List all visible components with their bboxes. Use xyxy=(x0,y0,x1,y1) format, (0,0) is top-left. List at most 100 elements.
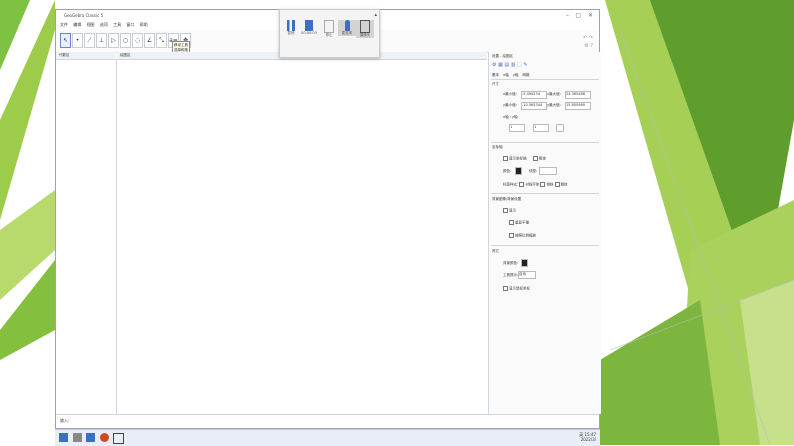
stop-square-icon xyxy=(305,20,313,31)
bg-opt1-checkbox[interactable]: 重复平铺 xyxy=(509,220,529,226)
left-green-shard-2 xyxy=(0,190,55,300)
menu-file[interactable]: 文件 xyxy=(60,22,68,27)
pause-button[interactable]: 暂停 xyxy=(282,20,300,36)
geogebra-window: GeoGebra Classic 5 – ▢ ✕ 文件 编辑 视图 选项 工具 … xyxy=(55,9,601,429)
conic-tool-icon[interactable]: ◌ xyxy=(132,33,143,48)
settings-icons[interactable]: ⚙ ▦ ▤ ▥ ⬚ ✎ xyxy=(492,62,528,68)
circle-tool-icon[interactable]: ○ xyxy=(120,33,131,48)
pause-icon xyxy=(287,20,295,31)
move-tool-icon[interactable]: ↖ xyxy=(60,33,71,48)
explorer-icon[interactable] xyxy=(73,433,82,442)
bold2-checkbox[interactable]: 粗体 xyxy=(561,183,568,187)
right-green-shard-2 xyxy=(650,0,794,310)
axis-label-style-label: 标签样式: xyxy=(503,182,519,187)
stop-icon xyxy=(324,20,334,33)
color-swatch[interactable] xyxy=(515,167,522,175)
perpendicular-tool-icon[interactable]: ⊥ xyxy=(96,33,107,48)
geogebra-icon[interactable] xyxy=(113,433,124,444)
xmax-label: x最大值: xyxy=(547,92,561,96)
tab-xaxis[interactable]: x轴 xyxy=(503,73,509,77)
undo-icon[interactable]: ↶ ↷ xyxy=(583,35,593,41)
algebra-view[interactable] xyxy=(56,59,117,414)
show-axes-checkbox[interactable]: 显示坐标轴 xyxy=(503,156,527,162)
tab-yaxis[interactable]: y轴 xyxy=(513,73,519,77)
right-line-2 xyxy=(609,279,794,351)
xmin-label: x最小值: xyxy=(503,92,517,96)
bg-opt2-checkbox[interactable]: 按照比例缩放 xyxy=(509,233,536,239)
menu-options[interactable]: 选项 xyxy=(100,22,108,27)
powerpoint-icon[interactable] xyxy=(100,433,109,442)
ratio-y-value: 1 xyxy=(534,125,537,129)
taskbar: 英 15:47 2022/3/ xyxy=(55,429,600,446)
menu-tools[interactable]: 工具 xyxy=(113,22,121,27)
ymax-input[interactable]: 15.850989 xyxy=(565,102,591,110)
xmax-input[interactable]: 24.365488 xyxy=(565,91,591,99)
windows-start-icon[interactable] xyxy=(59,433,68,442)
xmin-value: -5.490234 xyxy=(522,92,540,96)
point-tool-icon[interactable]: • xyxy=(72,33,83,48)
graphics-view[interactable] xyxy=(117,59,487,414)
background-section: 背景图像/背景设置 xyxy=(492,197,522,201)
ymin-input[interactable]: -10.565344 xyxy=(521,102,547,110)
tooltips-label: 工具提示: xyxy=(503,273,519,277)
serif-checkbox[interactable]: 衬线字体 xyxy=(525,183,539,187)
menu-view[interactable]: 视图 xyxy=(87,22,95,27)
camera-button[interactable]: 摄像头 xyxy=(356,20,374,38)
show-mouse-label: 显示鼠标坐标 xyxy=(509,286,530,291)
menu-window[interactable]: 窗口 xyxy=(126,22,134,27)
screen-recorder-toolbar: 暂停 00:00:03 停止 麦克风 摄像头 ▴ xyxy=(279,9,380,58)
xmin-input[interactable]: -5.490234 xyxy=(521,91,547,99)
angle-tool-icon[interactable]: ∠ xyxy=(144,33,155,48)
bg-opt1-label: 重复平铺 xyxy=(515,220,529,225)
show-mouse-checkbox[interactable]: 显示鼠标坐标 xyxy=(503,286,530,292)
maximize-icon[interactable]: ▢ xyxy=(575,12,581,19)
bg-opt2-label: 按照比例缩放 xyxy=(515,233,536,238)
menu-edit[interactable]: 编辑 xyxy=(73,22,81,27)
axes-section: 坐标轴 xyxy=(492,145,503,149)
pause-label: 暂停 xyxy=(287,31,295,35)
right-green-shard-3 xyxy=(680,200,794,445)
input-bar[interactable]: 输入: xyxy=(56,414,599,428)
axis-label-style: 标签样式: 衬线字体 倾斜 粗体 xyxy=(503,182,568,188)
collapse-icon[interactable]: ▴ xyxy=(374,12,377,18)
tab-basic[interactable]: 基本 xyxy=(492,73,499,77)
stop-button[interactable]: 停止 xyxy=(320,20,338,38)
settings-tabs: 基本 x轴 y轴 网格 xyxy=(492,73,530,78)
gear-icon[interactable]: ⚙ ? xyxy=(584,43,593,49)
ratio-x-value: 1 xyxy=(510,125,513,129)
algebra-title: 代数区 xyxy=(59,53,70,57)
clock-date: 2022/3/ xyxy=(580,437,596,442)
bg-color-swatch[interactable] xyxy=(521,259,528,267)
microphone-button[interactable]: 麦克风 xyxy=(338,20,356,36)
system-tray: 英 15:47 2022/3/ xyxy=(579,432,596,442)
line-style-select[interactable] xyxy=(539,167,557,175)
microphone-icon xyxy=(344,20,350,31)
camera-icon xyxy=(360,20,370,33)
right-line-1 xyxy=(619,29,771,445)
show-bg-label: 显示 xyxy=(509,208,516,213)
timer-value: 00:00:03 xyxy=(301,31,317,35)
reflect-tool-icon[interactable]: ⤡ xyxy=(156,33,167,48)
line-style-label: 线型: xyxy=(529,169,538,173)
right-green-shard-5 xyxy=(740,280,794,445)
show-bg-checkbox[interactable]: 显示 xyxy=(503,208,516,214)
divider xyxy=(491,245,599,246)
left-green-shard-3 xyxy=(0,260,55,360)
menu-help[interactable]: 帮助 xyxy=(140,22,148,27)
ymin-label: y最小值: xyxy=(503,103,517,107)
timer-display: 00:00:03 xyxy=(300,20,318,35)
bg-color-label: 背景颜色: xyxy=(503,261,519,265)
ratio-label: x轴 : y轴 xyxy=(503,115,518,119)
tooltips-select[interactable]: 自动 xyxy=(518,271,536,279)
ratio-x-input[interactable]: 1 xyxy=(509,124,525,132)
lock-icon[interactable] xyxy=(556,124,564,132)
line-tool-icon[interactable]: ⟋ xyxy=(84,33,95,48)
italic-checkbox[interactable]: 倾斜 xyxy=(546,183,553,187)
app-icon[interactable] xyxy=(86,433,95,442)
ratio-y-input[interactable]: 1 xyxy=(533,124,549,132)
bold-checkbox[interactable]: 粗体 xyxy=(533,156,546,162)
tab-grid[interactable]: 网格 xyxy=(523,73,530,77)
polygon-tool-icon[interactable]: ▷ xyxy=(108,33,119,48)
close-icon[interactable]: ✕ xyxy=(588,12,593,19)
minimize-icon[interactable]: – xyxy=(566,12,569,19)
